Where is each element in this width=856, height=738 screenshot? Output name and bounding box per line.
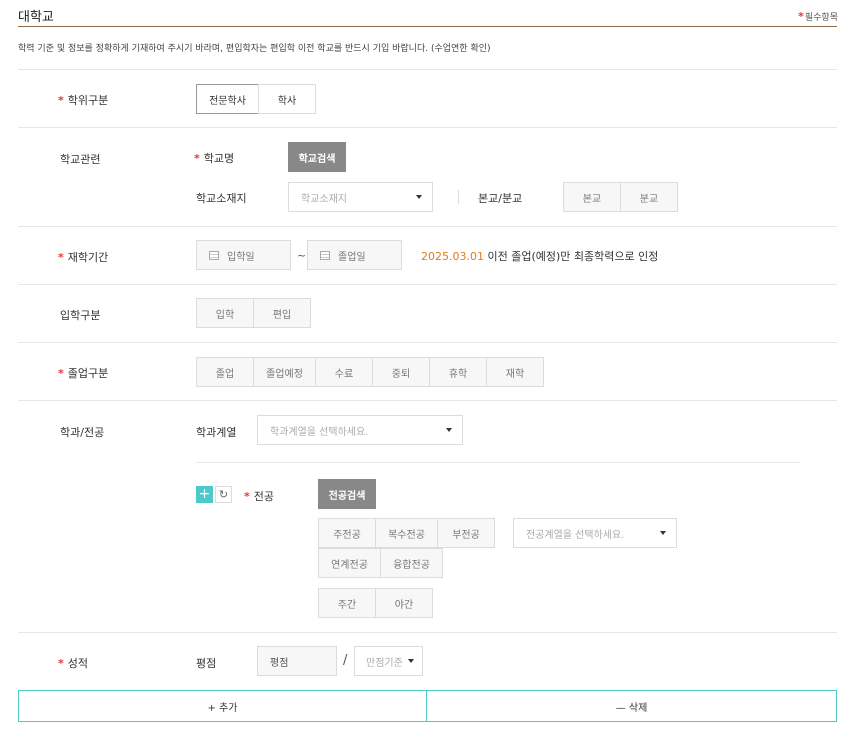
delete-button[interactable]: — 삭제 [427, 690, 837, 722]
admission-row-label: 입학구분 [60, 309, 101, 322]
inner-divider [196, 462, 800, 463]
school-name-label: * 학교명 [194, 150, 234, 166]
graduation-row-label: * 졸업구분 [58, 365, 108, 381]
period-row-label: * 재학기간 [58, 249, 108, 265]
refresh-icon[interactable]: ↻ [215, 486, 232, 503]
degree-option-associate[interactable]: 전문학사 [196, 84, 259, 114]
major-type-double[interactable]: 복수전공 [375, 518, 438, 548]
period-note-date: 2025.03.01 [421, 250, 484, 263]
chevron-down-icon [416, 195, 422, 199]
graduation-option-completed[interactable]: 수료 [315, 357, 373, 387]
campus-option-branch[interactable]: 분교 [620, 182, 678, 212]
degree-row-label: * 학위구분 [58, 92, 108, 108]
gpa-label: 평점 [196, 657, 217, 670]
school-location-select[interactable]: 학교소재지 [288, 182, 433, 212]
major-name-text: 전공 [253, 490, 275, 503]
field-label: 학과계열 [196, 426, 237, 439]
gpa-placeholder: 평점 [270, 657, 289, 669]
major-category-placeholder: 전공계열을 선택하세요. [526, 529, 625, 541]
school-location-label: 학교소재지 [196, 192, 247, 205]
calendar-icon [320, 250, 330, 260]
divider [18, 632, 837, 633]
required-legend-text: 필수항목 [804, 13, 838, 23]
max-score-placeholder: 만점기준 [366, 657, 403, 669]
divider [18, 226, 837, 227]
chevron-down-icon [408, 659, 414, 663]
degree-option-bachelor[interactable]: 학사 [258, 84, 316, 114]
divider [18, 284, 837, 285]
divider [18, 127, 837, 128]
graduation-option-leave[interactable]: 휴학 [429, 357, 487, 387]
time-option-day[interactable]: 주간 [318, 588, 376, 618]
divider [18, 342, 837, 343]
field-placeholder: 학과계열을 선택하세요. [270, 426, 369, 438]
end-date-input[interactable]: 졸업일 [307, 240, 402, 270]
school-location-placeholder: 학교소재지 [301, 193, 347, 205]
time-option-night[interactable]: 야간 [375, 588, 433, 618]
chevron-down-icon [660, 531, 666, 535]
required-mark: * [244, 490, 250, 503]
required-mark: * [194, 152, 200, 165]
school-search-button[interactable]: 학교검색 [288, 142, 346, 172]
degree-label: 학위구분 [67, 94, 109, 107]
divider [18, 400, 837, 401]
required-mark: * [798, 10, 804, 23]
grade-row-label: * 성적 [58, 655, 88, 671]
required-legend: *필수항목 [798, 10, 838, 23]
major-type-linked[interactable]: 연계전공 [318, 548, 381, 578]
chevron-down-icon [446, 428, 452, 432]
end-date-placeholder: 졸업일 [338, 251, 366, 263]
gpa-slash: / [343, 653, 348, 668]
period-note: 2025.03.01 이전 졸업(예정)만 최종학력으로 인정 [421, 248, 658, 264]
graduation-option-graduated[interactable]: 졸업 [196, 357, 254, 387]
page-title: 대학교 [18, 10, 54, 25]
admission-option-transfer[interactable]: 편입 [253, 298, 311, 328]
graduation-option-enrolled[interactable]: 재학 [486, 357, 544, 387]
major-type-primary[interactable]: 주전공 [318, 518, 376, 548]
major-type-minor[interactable]: 부전공 [437, 518, 495, 548]
start-date-placeholder: 입학일 [227, 251, 255, 263]
campus-label: 본교/분교 [478, 192, 523, 205]
required-mark: * [58, 94, 64, 107]
required-mark: * [58, 251, 64, 264]
graduation-option-expected[interactable]: 졸업예정 [253, 357, 316, 387]
graduation-label: 졸업구분 [67, 367, 109, 380]
grade-label: 성적 [67, 657, 89, 670]
calendar-icon [209, 250, 219, 260]
major-name-label: * 전공 [244, 488, 274, 504]
max-score-select[interactable]: 만점기준 [354, 646, 423, 676]
divider [18, 69, 837, 70]
start-date-input[interactable]: 입학일 [196, 240, 291, 270]
major-type-convergence[interactable]: 융합전공 [380, 548, 443, 578]
school-row-label: 학교관련 [60, 153, 101, 166]
required-mark: * [58, 367, 64, 380]
period-note-text: 이전 졸업(예정)만 최종학력으로 인정 [483, 250, 659, 263]
required-mark: * [58, 657, 64, 670]
add-button-label: + 추가 [207, 702, 238, 714]
school-name-text: 학교명 [203, 152, 235, 165]
field-select[interactable]: 학과계열을 선택하세요. [257, 415, 463, 445]
graduation-option-dropout[interactable]: 중퇴 [372, 357, 430, 387]
admission-option-entrance[interactable]: 입학 [196, 298, 254, 328]
major-search-button[interactable]: 전공검색 [318, 479, 376, 509]
gpa-input[interactable]: 평점 [257, 646, 337, 676]
add-button[interactable]: + 추가 [18, 690, 427, 722]
add-major-button[interactable]: + [196, 486, 213, 503]
notice-text: 학력 기준 및 정보를 정확하게 기재하여 주시기 바라며, 편입학자는 편입학… [18, 44, 491, 54]
date-separator: ~ [297, 249, 307, 262]
delete-button-label: — 삭제 [615, 702, 648, 714]
campus-option-main[interactable]: 본교 [563, 182, 621, 212]
divider-vertical [458, 190, 459, 204]
major-row-label: 학과/전공 [60, 426, 105, 439]
major-category-select[interactable]: 전공계열을 선택하세요. [513, 518, 677, 548]
header-rule [18, 26, 837, 27]
period-label: 재학기간 [67, 251, 109, 264]
